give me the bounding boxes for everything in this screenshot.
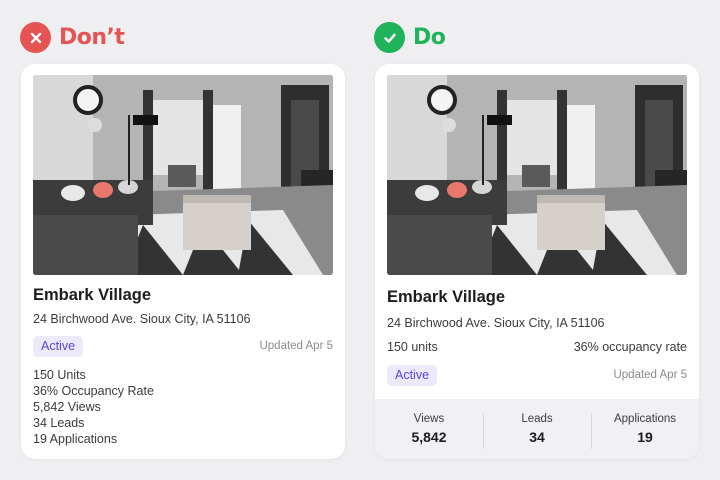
status-badge: Active: [387, 365, 438, 386]
property-card-dont[interactable]: Embark Village 24 Birchwood Ave. Sioux C…: [21, 64, 345, 459]
metric-value: 34: [529, 429, 545, 445]
stat-occupancy: 36% Occupancy Rate: [33, 384, 154, 398]
metric-label: Leads: [521, 413, 553, 425]
stat-views: 5,842 Views: [33, 400, 101, 414]
stat-applications: 19 Applications: [33, 432, 118, 446]
stats-list: 150 Units 36% Occupancy Rate 5,842 Views…: [33, 367, 154, 447]
metric-value: 19: [637, 429, 653, 445]
updated-date: Updated Apr 5: [259, 340, 333, 352]
updated-date: Updated Apr 5: [613, 369, 687, 381]
status-badge: Active: [33, 336, 84, 357]
dont-header: Don’t: [20, 22, 125, 53]
do-header: Do: [374, 22, 446, 53]
property-title: Embark Village: [387, 288, 506, 306]
stat-units: 150 Units: [33, 368, 86, 382]
dont-label: Don’t: [59, 25, 125, 50]
check-icon: [374, 22, 405, 53]
metric-value: 5,842: [411, 429, 447, 445]
property-address: 24 Birchwood Ave. Sioux City, IA 51106: [33, 312, 251, 326]
metric-label: Applications: [613, 413, 676, 425]
stat-leads: 34 Leads: [33, 416, 85, 430]
living-room-photo: [33, 75, 333, 275]
metric-applications: Applications 19: [591, 413, 699, 449]
close-icon: [20, 22, 51, 53]
metrics-strip: Views 5,842 Leads 34 Applications 19: [375, 399, 699, 459]
property-title: Embark Village: [33, 286, 152, 304]
metric-views: Views 5,842: [375, 413, 483, 445]
metric-leads: Leads 34: [483, 413, 591, 449]
units-count: 150 units: [387, 340, 438, 354]
do-label: Do: [413, 25, 446, 50]
metric-label: Views: [413, 413, 445, 425]
property-card-do[interactable]: Embark Village 24 Birchwood Ave. Sioux C…: [375, 64, 699, 459]
occupancy-rate: 36% occupancy rate: [573, 340, 687, 354]
living-room-photo: [387, 75, 687, 275]
property-address: 24 Birchwood Ave. Sioux City, IA 51106: [387, 316, 605, 330]
